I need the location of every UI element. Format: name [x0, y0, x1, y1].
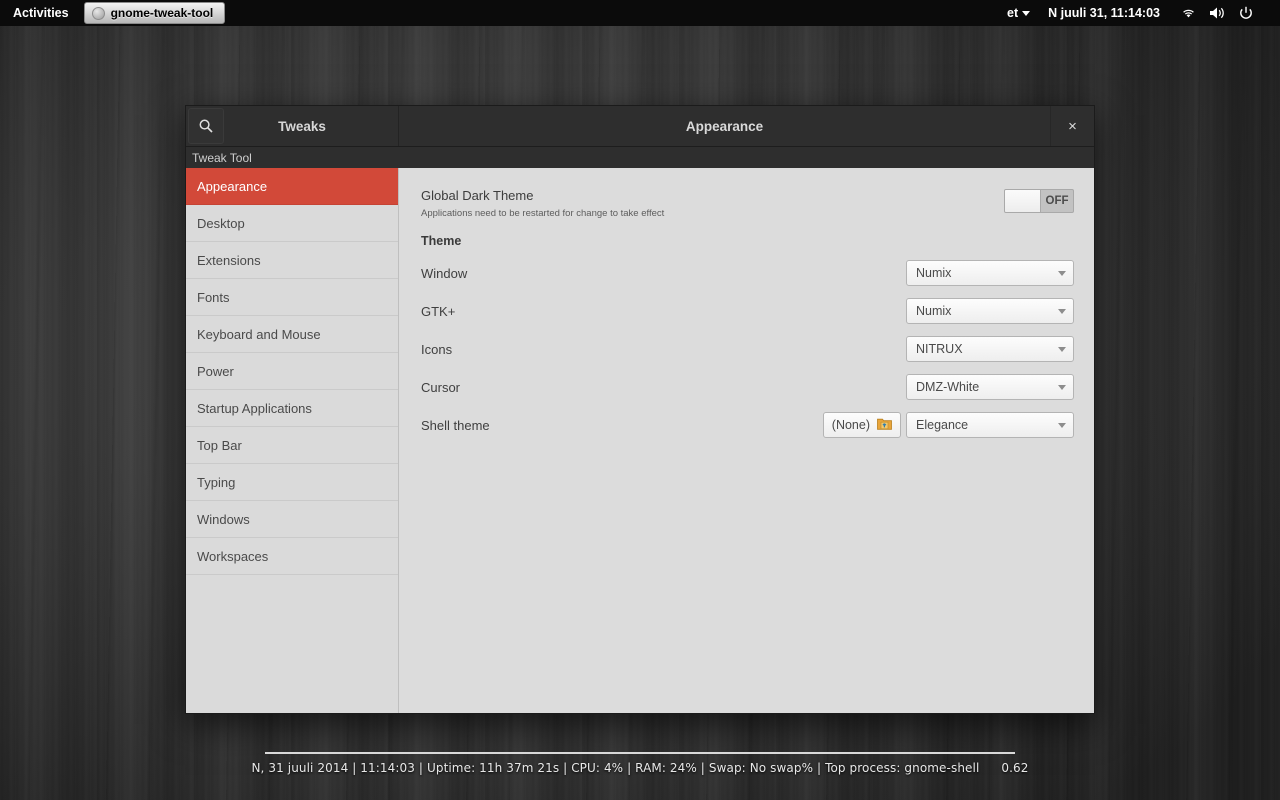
cursor-theme-label: Cursor: [421, 379, 461, 395]
chevron-down-icon: [1058, 346, 1066, 352]
sidebar-item-label: Windows: [197, 511, 250, 527]
status-icons[interactable]: [1169, 6, 1272, 20]
sidebar-item-label: Appearance: [197, 178, 268, 194]
chevron-down-icon: [1022, 10, 1031, 16]
icons-theme-value: NITRUX: [916, 342, 963, 356]
desktop-background: Activities gnome-tweak-tool et N juuli 3…: [0, 0, 1280, 800]
theme-section-title: Theme: [421, 234, 462, 248]
conky-stats-text: N, 31 juuli 2014 | 11:14:03 | Uptime: 11…: [251, 761, 980, 775]
page-title: Appearance: [685, 118, 764, 134]
cursor-theme-value: DMZ-White: [916, 380, 980, 394]
sidebar-item-label: Fonts: [197, 289, 230, 305]
clock[interactable]: N juuli 31, 11:14:03: [1039, 0, 1169, 26]
chevron-down-icon: [1058, 384, 1066, 390]
taskbar-window-button[interactable]: gnome-tweak-tool: [83, 2, 226, 24]
sidebar: Appearance Desktop Extensions Fonts Keyb…: [186, 168, 399, 713]
top-panel-right: et N juuli 31, 11:14:03: [998, 0, 1280, 26]
shell-theme-file-chooser-button[interactable]: (None): [822, 412, 901, 438]
appearance-settings-panel: Global Dark Theme Applications need to b…: [399, 168, 1094, 713]
headerbar-right: Appearance ×: [399, 106, 1094, 146]
window-headerbar: Tweaks Appearance ×: [186, 106, 1094, 147]
taskbar-window-label: gnome-tweak-tool: [110, 6, 214, 20]
conky-system-monitor: N, 31 juuli 2014 | 11:14:03 | Uptime: 11…: [0, 752, 1280, 775]
shell-theme-row: Shell theme (None) Elegance: [421, 412, 1074, 438]
sidebar-item-workspaces[interactable]: Workspaces: [186, 538, 398, 575]
global-dark-theme-row: Global Dark Theme Applications need to b…: [421, 188, 1074, 220]
shell-theme-dropdown[interactable]: Elegance: [906, 412, 1074, 438]
sidebar-item-appearance[interactable]: Appearance: [186, 168, 398, 205]
gtk-theme-dropdown[interactable]: Numix: [906, 298, 1074, 324]
app-name-label: Tweak Tool: [192, 150, 252, 165]
conky-divider: [265, 752, 1015, 754]
sidebar-item-fonts[interactable]: Fonts: [186, 279, 398, 316]
global-dark-theme-text: Global Dark Theme Applications need to b…: [421, 188, 664, 220]
sidebar-item-startup-applications[interactable]: Startup Applications: [186, 390, 398, 427]
window-theme-dropdown[interactable]: Numix: [906, 260, 1074, 286]
search-icon: [199, 119, 213, 133]
shell-theme-value: Elegance: [916, 418, 969, 432]
shell-theme-file-label: (None): [831, 418, 870, 432]
shell-theme-label: Shell theme: [421, 417, 490, 433]
sidebar-item-label: Startup Applications: [197, 400, 312, 416]
app-name-strip: Tweak Tool: [186, 147, 1094, 168]
sidebar-item-label: Power: [197, 363, 234, 379]
keyboard-layout-label: et: [1007, 6, 1019, 20]
keyboard-layout-indicator[interactable]: et: [998, 0, 1039, 26]
sidebar-item-label: Extensions: [197, 252, 261, 268]
sidebar-item-label: Keyboard and Mouse: [197, 326, 321, 342]
gtk-theme-value: Numix: [916, 304, 952, 318]
sidebar-item-label: Top Bar: [197, 437, 242, 453]
window-theme-row: Window Numix: [421, 260, 1074, 286]
activities-button[interactable]: Activities: [0, 0, 82, 26]
window-theme-value: Numix: [916, 266, 952, 280]
clock-label: N juuli 31, 11:14:03: [1048, 6, 1160, 20]
window-theme-label: Window: [421, 265, 468, 281]
search-button[interactable]: [188, 108, 224, 144]
icons-theme-label: Icons: [421, 341, 453, 357]
global-dark-theme-toggle[interactable]: OFF: [1004, 189, 1074, 213]
conky-load-value: 0.62: [1001, 761, 1029, 775]
chevron-down-icon: [1058, 308, 1066, 314]
sidebar-item-typing[interactable]: Typing: [186, 464, 398, 501]
sidebar-item-windows[interactable]: Windows: [186, 501, 398, 538]
power-icon: [1239, 6, 1253, 20]
icons-theme-row: Icons NITRUX: [421, 336, 1074, 362]
wifi-icon: [1181, 7, 1196, 20]
sidebar-item-keyboard-and-mouse[interactable]: Keyboard and Mouse: [186, 316, 398, 353]
gtk-theme-label: GTK+: [421, 303, 456, 319]
sidebar-item-power[interactable]: Power: [186, 353, 398, 390]
sidebar-item-extensions[interactable]: Extensions: [186, 242, 398, 279]
gtk-theme-row: GTK+ Numix: [421, 298, 1074, 324]
global-dark-theme-description: Applications need to be restarted for ch…: [421, 208, 665, 219]
global-dark-theme-label: Global Dark Theme: [421, 188, 534, 203]
sidebar-item-label: Desktop: [197, 215, 245, 231]
icons-theme-dropdown[interactable]: NITRUX: [906, 336, 1074, 362]
toggle-state-label: OFF: [1045, 195, 1069, 207]
toggle-knob: [1005, 190, 1041, 212]
headerbar-left: Tweaks: [186, 106, 399, 146]
chevron-down-icon: [1058, 270, 1066, 276]
cursor-theme-dropdown[interactable]: DMZ-White: [906, 374, 1074, 400]
cursor-theme-row: Cursor DMZ-White: [421, 374, 1074, 400]
volume-icon: [1209, 6, 1226, 20]
window-body: Appearance Desktop Extensions Fonts Keyb…: [186, 168, 1094, 713]
sidebar-item-top-bar[interactable]: Top Bar: [186, 427, 398, 464]
folder-upload-icon: [877, 417, 892, 433]
window-title-left: Tweaks: [278, 118, 326, 134]
chevron-down-icon: [1058, 422, 1066, 428]
conky-status-line: N, 31 juuli 2014 | 11:14:03 | Uptime: 11…: [0, 761, 1280, 775]
sidebar-item-desktop[interactable]: Desktop: [186, 205, 398, 242]
sidebar-item-label: Typing: [197, 474, 236, 490]
window-icon: [91, 6, 105, 20]
top-panel: Activities gnome-tweak-tool et N juuli 3…: [0, 0, 1280, 26]
close-button[interactable]: ×: [1050, 106, 1094, 146]
gnome-tweak-tool-window: Tweaks Appearance × Tweak Tool Appearanc…: [185, 105, 1095, 714]
sidebar-item-label: Workspaces: [197, 548, 269, 564]
